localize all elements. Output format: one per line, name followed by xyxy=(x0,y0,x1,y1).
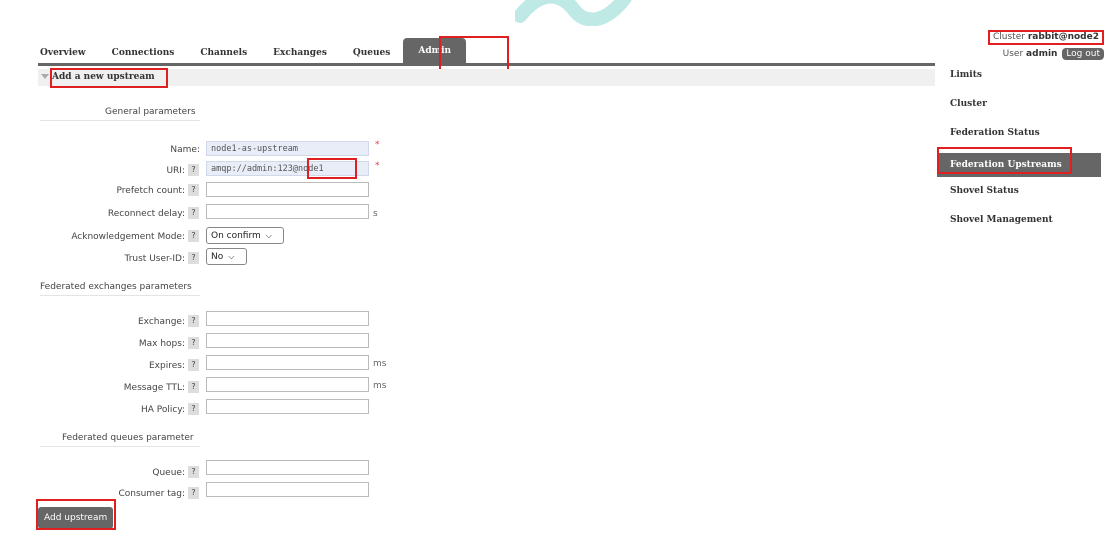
sidebar-item-cluster[interactable]: Cluster xyxy=(937,95,1101,124)
section-title: Add a new upstream xyxy=(52,72,155,82)
help-icon[interactable]: ? xyxy=(188,164,199,176)
ack-mode-label: Acknowledgement Mode: xyxy=(71,232,185,242)
user-info: Cluster rabbit@node2 User admin Log out xyxy=(987,30,1104,60)
help-icon[interactable]: ? xyxy=(188,466,199,478)
admin-sidebar: Limits Cluster Federation Status Federat… xyxy=(937,66,1101,240)
tab-admin[interactable]: Admin xyxy=(403,38,467,63)
tab-exchanges[interactable]: Exchanges xyxy=(260,38,340,63)
user-name: admin xyxy=(1026,49,1058,59)
ha-policy-label: HA Policy: xyxy=(140,405,185,415)
sidebar-item-federation-status[interactable]: Federation Status xyxy=(937,124,1101,153)
nav-underline xyxy=(38,63,935,66)
cluster-indicator: Cluster rabbit@node2 xyxy=(987,30,1104,45)
consumer-tag-label: Consumer tag: xyxy=(118,489,185,499)
reconnect-input[interactable] xyxy=(206,204,369,219)
sidebar-item-shovel-management[interactable]: Shovel Management xyxy=(937,211,1101,240)
exchange-label: Exchange: xyxy=(137,317,185,327)
ha-policy-input[interactable] xyxy=(206,399,369,414)
help-icon[interactable]: ? xyxy=(188,487,199,499)
cluster-name: rabbit@node2 xyxy=(1027,32,1099,42)
max-hops-label: Max hops: xyxy=(138,339,185,349)
user-line: User admin Log out xyxy=(988,48,1104,60)
group-title-exchanges: Federated exchanges parameters xyxy=(40,282,192,292)
help-icon[interactable]: ? xyxy=(188,359,199,371)
max-hops-input[interactable] xyxy=(206,333,369,348)
name-input[interactable]: node1-as-upstream xyxy=(206,141,369,156)
chevron-down-icon: ⌵ xyxy=(228,252,235,261)
prefetch-label: Prefetch count: xyxy=(116,186,185,196)
tab-label: Exchanges xyxy=(273,48,327,58)
unit-ms: ms xyxy=(373,359,387,369)
help-icon[interactable]: ? xyxy=(188,252,199,264)
select-value: No xyxy=(211,252,224,262)
exchange-input[interactable] xyxy=(206,311,369,326)
unit-seconds: s xyxy=(373,209,378,219)
trust-user-label: Trust User-ID: xyxy=(124,254,185,264)
group-divider xyxy=(40,120,200,121)
ack-mode-select[interactable]: On confirm ⌵ xyxy=(206,227,284,244)
trust-user-select[interactable]: No ⌵ xyxy=(206,248,247,265)
tab-label: Queues xyxy=(352,48,391,58)
user-label: User xyxy=(1002,49,1024,59)
add-upstream-button[interactable]: Add upstream xyxy=(38,507,114,529)
tab-channels[interactable]: Channels xyxy=(187,38,260,63)
tab-label: Connections xyxy=(111,48,175,58)
main-nav: Overview Connections Channels Exchanges … xyxy=(40,38,467,63)
cluster-label: Cluster xyxy=(992,32,1025,42)
consumer-tag-input[interactable] xyxy=(206,482,369,497)
reconnect-label: Reconnect delay: xyxy=(107,209,185,219)
required-mark: * xyxy=(375,161,380,171)
sidebar-item-federation-upstreams[interactable]: Federation Upstreams xyxy=(937,153,1101,177)
group-divider xyxy=(40,295,200,296)
sidebar-item-shovel-status[interactable]: Shovel Status xyxy=(937,182,1101,211)
tab-connections[interactable]: Connections xyxy=(99,38,188,63)
queue-label: Queue: xyxy=(152,468,185,478)
select-value: On confirm xyxy=(211,231,261,241)
watermark-logo xyxy=(515,0,632,26)
group-divider xyxy=(40,446,200,447)
section-header[interactable]: Add a new upstream xyxy=(38,69,935,86)
caret-down-icon xyxy=(41,74,49,79)
help-icon[interactable]: ? xyxy=(188,315,199,327)
tab-label: Channels xyxy=(200,48,248,58)
help-icon[interactable]: ? xyxy=(188,230,199,242)
expires-label: Expires: xyxy=(149,361,185,371)
tab-label: Overview xyxy=(40,48,86,58)
help-icon[interactable]: ? xyxy=(188,403,199,415)
group-title-queues: Federated queues parameter xyxy=(62,433,194,443)
message-ttl-input[interactable] xyxy=(206,377,369,392)
required-mark: * xyxy=(375,140,380,150)
message-ttl-label: Message TTL: xyxy=(123,383,185,393)
prefetch-input[interactable] xyxy=(206,182,369,197)
expires-input[interactable] xyxy=(206,355,369,370)
logout-button[interactable]: Log out xyxy=(1062,48,1104,60)
tab-label: Admin xyxy=(418,46,452,56)
queue-input[interactable] xyxy=(206,460,369,475)
help-icon[interactable]: ? xyxy=(188,207,199,219)
tab-overview[interactable]: Overview xyxy=(40,38,99,63)
unit-ms: ms xyxy=(373,381,387,391)
uri-label: URI: xyxy=(166,166,185,176)
help-icon[interactable]: ? xyxy=(188,337,199,349)
chevron-down-icon: ⌵ xyxy=(265,231,272,240)
sidebar-item-limits[interactable]: Limits xyxy=(937,66,1101,95)
uri-input[interactable]: amqp://admin:123@node1 xyxy=(206,161,369,176)
tab-queues[interactable]: Queues xyxy=(340,38,403,63)
name-label: Name: xyxy=(170,145,200,155)
help-icon[interactable]: ? xyxy=(188,184,199,196)
help-icon[interactable]: ? xyxy=(188,381,199,393)
group-title-general: General parameters xyxy=(105,107,196,117)
